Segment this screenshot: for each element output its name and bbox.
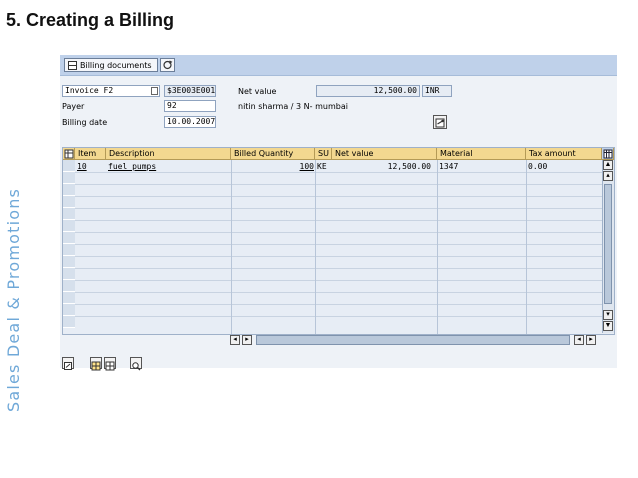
row-selector[interactable] (63, 196, 75, 208)
billing-documents-button[interactable]: Billing documents (64, 58, 158, 72)
detail-button[interactable] (433, 115, 447, 129)
cell-tax-amount[interactable]: 0.00 (528, 161, 600, 172)
slide-title: 5. Creating a Billing (6, 10, 175, 30)
application-toolbar: Billing documents (60, 55, 617, 76)
find-icon (132, 362, 141, 371)
net-value-label: Net value (238, 87, 277, 96)
billing-type-select[interactable]: Invoice F2 (62, 85, 160, 97)
cell-description[interactable]: fuel pumps (108, 161, 228, 172)
select-all-cell[interactable] (63, 148, 75, 160)
col-net-value[interactable]: Net value (332, 148, 437, 160)
row-selector[interactable] (63, 244, 75, 256)
side-label: Sales Deal & Promotions (4, 187, 23, 412)
row-selector[interactable] (63, 256, 75, 268)
details-icon (64, 362, 72, 370)
row-selector[interactable] (63, 304, 75, 316)
col-tax-amount[interactable]: Tax amount (526, 148, 602, 160)
col-description[interactable]: Description (106, 148, 231, 160)
row-selector[interactable] (63, 160, 75, 172)
scroll-up-button[interactable]: ▴ (603, 171, 613, 181)
select-all-button[interactable] (90, 357, 102, 371)
row-selector[interactable] (63, 184, 75, 196)
row-selector[interactable] (63, 208, 75, 220)
currency-field: INR (422, 85, 452, 97)
net-value-field: 12,500.00 (316, 85, 420, 97)
billing-documents-label: Billing documents (80, 61, 152, 70)
find-button[interactable] (130, 357, 142, 371)
cell-material[interactable]: 1347 (439, 161, 524, 172)
table-settings-button[interactable] (602, 148, 614, 160)
scroll-far-left-button[interactable]: ◂ (574, 335, 584, 345)
document-detail-icon (435, 118, 445, 128)
scroll-bottom-button[interactable]: ▼ (603, 321, 613, 331)
row-selector[interactable] (63, 292, 75, 304)
document-number-field: $3E003E001 (164, 85, 216, 97)
cell-su[interactable]: KE (317, 161, 332, 172)
row-selector[interactable] (63, 232, 75, 244)
sap-window: Billing documents Invoice F2 $3E003E001 … (60, 55, 617, 371)
details-button[interactable] (62, 357, 74, 370)
row-selector[interactable] (63, 172, 75, 184)
horizontal-scroll-thumb[interactable] (256, 335, 570, 345)
scroll-far-right-button[interactable]: ▸ (586, 335, 596, 345)
payer-label: Payer (62, 102, 85, 111)
deselect-icon (105, 361, 115, 371)
select-all-icon (91, 361, 101, 371)
billing-date-field[interactable]: 10.00.2007 (164, 116, 216, 128)
col-item[interactable]: Item (75, 148, 106, 160)
refresh-icon (163, 60, 173, 70)
payer-field[interactable]: 92 (164, 100, 216, 112)
table-icon (68, 61, 77, 70)
col-material[interactable]: Material (437, 148, 526, 160)
deselect-all-button[interactable] (104, 357, 116, 371)
row-selector[interactable] (63, 316, 75, 328)
refresh-button[interactable] (160, 58, 175, 72)
scroll-right-button[interactable]: ▸ (242, 335, 252, 345)
billing-date-label: Billing date (62, 118, 108, 127)
row-selector[interactable] (63, 220, 75, 232)
scroll-down-button[interactable]: ▾ (603, 310, 613, 320)
row-selector[interactable] (63, 268, 75, 280)
table-settings-icon (603, 149, 613, 159)
vertical-scrollbar[interactable]: ▲ ▴ ▾ ▼ (602, 160, 614, 333)
col-billed-quantity[interactable]: Billed Quantity (231, 148, 315, 160)
cell-item[interactable]: 10 (77, 161, 105, 172)
scroll-left-button[interactable]: ◂ (230, 335, 240, 345)
cell-billed-quantity[interactable]: 100 (233, 161, 314, 172)
vertical-scroll-thumb[interactable] (604, 184, 612, 304)
chevron-down-icon (151, 87, 158, 95)
select-all-icon (64, 149, 74, 159)
horizontal-scrollbar[interactable]: ◂ ▸ ◂ ▸ (230, 335, 600, 346)
col-su[interactable]: SU (315, 148, 332, 160)
billing-type-value: Invoice F2 (65, 86, 114, 95)
payer-name: nitin sharma / 3 N- mumbai (238, 102, 348, 111)
row-selector[interactable] (63, 280, 75, 292)
scroll-top-button[interactable]: ▲ (603, 160, 613, 170)
items-table: Item Description Billed Quantity SU Net … (62, 147, 615, 335)
cell-net-value[interactable]: 12,500.00 (339, 161, 431, 172)
